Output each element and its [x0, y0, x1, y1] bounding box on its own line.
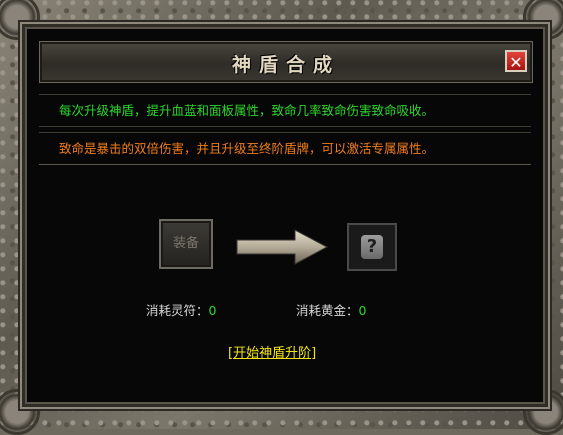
shield-synthesis-dialog: 神盾合成 ✕ 每次升级神盾，提升血蓝和面板属性，致命几率致命伤害致命吸收。 致命… — [22, 24, 548, 407]
arrow-right-icon — [236, 229, 329, 265]
gold-cost-label: 消耗黄金： — [296, 303, 359, 318]
dialog-title: 神盾合成 — [231, 54, 340, 76]
info-text-critical: 致命是暴击的双倍伤害，并且升级至终阶盾牌，可以激活专属属性。 — [39, 132, 531, 165]
gold-cost: 消耗黄金：0 — [296, 300, 366, 319]
gold-cost-value: 0 — [358, 303, 367, 318]
close-button[interactable]: ✕ — [505, 50, 527, 72]
question-mark-icon: ? — [361, 235, 383, 259]
info-text-upgrade: 每次升级神盾，提升血蓝和面板属性，致命几率致命伤害致命吸收。 — [39, 94, 531, 127]
dialog-title-bar[interactable]: 神盾合成 ✕ — [39, 41, 533, 83]
talisman-cost-label: 消耗灵符： — [146, 303, 209, 318]
start-upgrade-link[interactable]: [开始神盾升阶] — [228, 342, 316, 361]
talisman-cost: 消耗灵符：0 — [146, 300, 216, 319]
equipment-slot[interactable]: 装备 — [159, 219, 213, 269]
result-slot[interactable]: ? — [347, 223, 397, 271]
talisman-cost-value: 0 — [208, 303, 217, 318]
